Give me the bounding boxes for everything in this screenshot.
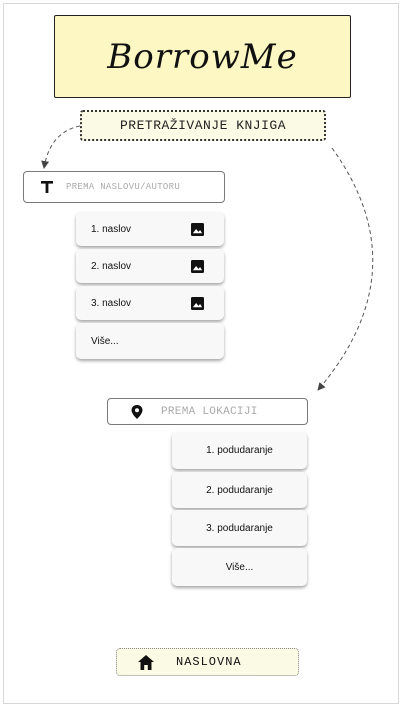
text-format-icon	[41, 181, 53, 193]
more-label: Više...	[91, 335, 119, 347]
location-result-1[interactable]: 1. podudaranje	[172, 432, 307, 469]
location-search-field[interactable]	[107, 398, 308, 425]
arrow-to-location-search	[317, 147, 374, 391]
search-header: PRETRAŽIVANJE KNJIGA	[80, 110, 326, 141]
more-label: Više...	[225, 561, 254, 573]
home-label: NASLOVNA	[176, 655, 242, 669]
image-icon	[191, 222, 204, 236]
result-label: 2. podudaranje	[206, 484, 273, 496]
location-result-2[interactable]: 2. podudaranje	[172, 472, 307, 508]
result-label: 3. podudaranje	[206, 522, 273, 534]
location-pin-icon	[131, 404, 143, 419]
home-button[interactable]: NASLOVNA	[116, 648, 299, 676]
title-result-1[interactable]: 1. naslov	[76, 212, 224, 246]
location-more-button[interactable]: Više...	[172, 548, 307, 586]
location-result-3[interactable]: 3. podudaranje	[172, 510, 307, 546]
result-label: 1. podudaranje	[206, 445, 273, 456]
image-icon	[191, 296, 204, 310]
app-logo: BorrowMe	[54, 15, 351, 98]
search-header-label: PRETRAŽIVANJE KNJIGA	[119, 118, 287, 133]
title-search-field[interactable]	[23, 171, 225, 203]
image-icon	[191, 259, 204, 273]
title-search-input[interactable]	[66, 182, 206, 192]
result-label: 3. naslov	[91, 297, 132, 309]
title-more-button[interactable]: Više...	[76, 323, 224, 359]
title-result-2[interactable]: 2. naslov	[76, 249, 224, 283]
location-search-input[interactable]	[161, 405, 281, 418]
home-icon	[138, 654, 154, 670]
title-result-3[interactable]: 3. naslov	[76, 286, 224, 320]
logo-text: BorrowMe	[107, 36, 298, 77]
result-label: 1. naslov	[91, 223, 132, 235]
arrow-to-title-search	[41, 125, 81, 169]
result-label: 2. naslov	[91, 260, 132, 272]
